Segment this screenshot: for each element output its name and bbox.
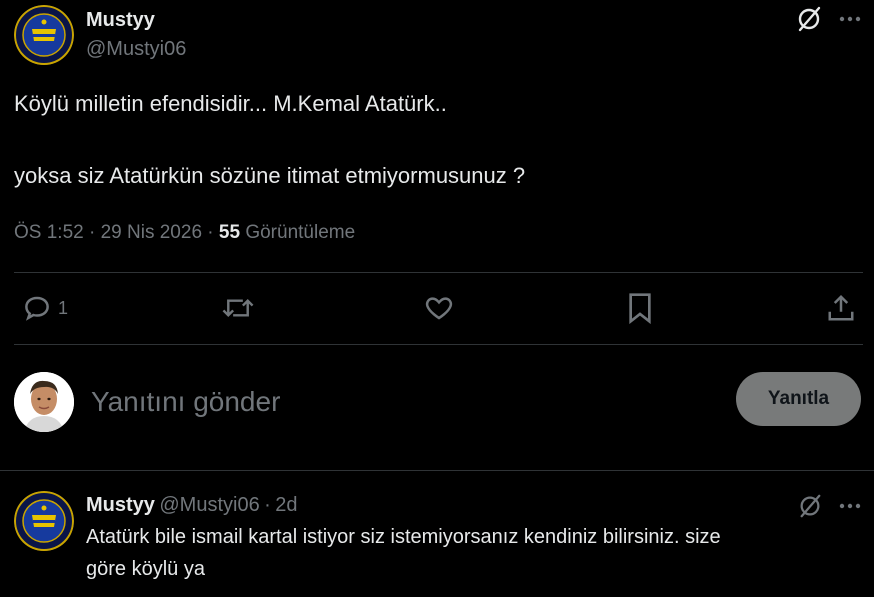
reply-grok-icon[interactable] bbox=[797, 493, 823, 519]
post-text-line-2: yoksa siz Atatürkün sözüne itimat etmiyo… bbox=[14, 163, 526, 188]
divider-actions bbox=[14, 344, 863, 345]
current-user-avatar[interactable] bbox=[14, 372, 74, 432]
comment-icon bbox=[25, 296, 49, 321]
author-avatar[interactable] bbox=[14, 5, 74, 65]
repost-icon bbox=[222, 298, 254, 318]
meta-separator: · bbox=[89, 222, 96, 243]
meta-separator: · bbox=[207, 222, 214, 243]
views-label: Görüntüleme bbox=[245, 222, 356, 243]
team-logo-icon bbox=[14, 491, 74, 551]
reply-text-line-2: göre köylü ya bbox=[86, 558, 205, 580]
reply-author-handle[interactable]: @Mustyi06 bbox=[159, 494, 259, 516]
reply-more-options-icon[interactable] bbox=[838, 497, 862, 515]
share-button[interactable] bbox=[826, 292, 856, 324]
submit-reply-button[interactable]: Yanıtla bbox=[736, 372, 861, 426]
reply-count: 1 bbox=[58, 297, 69, 318]
like-button[interactable] bbox=[423, 293, 455, 323]
views-count: 55 bbox=[218, 222, 241, 243]
divider-top bbox=[14, 272, 863, 273]
heart-icon bbox=[425, 297, 453, 320]
bookmark-button[interactable] bbox=[626, 292, 654, 324]
reply-button[interactable]: 1 bbox=[22, 293, 68, 323]
reply-input[interactable] bbox=[89, 379, 693, 425]
post-meta: ÖS 1:52 · 29 Nis 2026 · 55 Görüntüleme bbox=[14, 222, 355, 244]
reply-text-line-1: Atatürk bile ismail kartal istiyor siz i… bbox=[86, 526, 721, 548]
team-logo-icon bbox=[14, 5, 74, 65]
share-icon bbox=[828, 294, 854, 321]
bookmark-icon bbox=[629, 293, 651, 324]
reply-author-avatar[interactable] bbox=[14, 491, 74, 551]
post-time[interactable]: ÖS 1:52 bbox=[14, 222, 84, 243]
repost-button[interactable] bbox=[221, 293, 255, 323]
more-options-icon[interactable] bbox=[838, 10, 862, 28]
reply-age[interactable]: 2d bbox=[275, 494, 297, 516]
post-text-line-1: Köylü milletin efendisidir... M.Kemal At… bbox=[14, 91, 447, 116]
reply-separator: · bbox=[264, 494, 271, 516]
reply-header: Mustyy @Mustyi06 · 2d bbox=[86, 494, 298, 517]
post-date[interactable]: 29 Nis 2026 bbox=[101, 222, 202, 243]
reply-author-name[interactable]: Mustyy bbox=[86, 494, 155, 516]
author-name[interactable]: Mustyy bbox=[86, 9, 155, 32]
author-handle[interactable]: @Mustyi06 bbox=[86, 38, 186, 61]
grok-icon[interactable] bbox=[795, 5, 823, 33]
divider-compose bbox=[0, 470, 874, 471]
